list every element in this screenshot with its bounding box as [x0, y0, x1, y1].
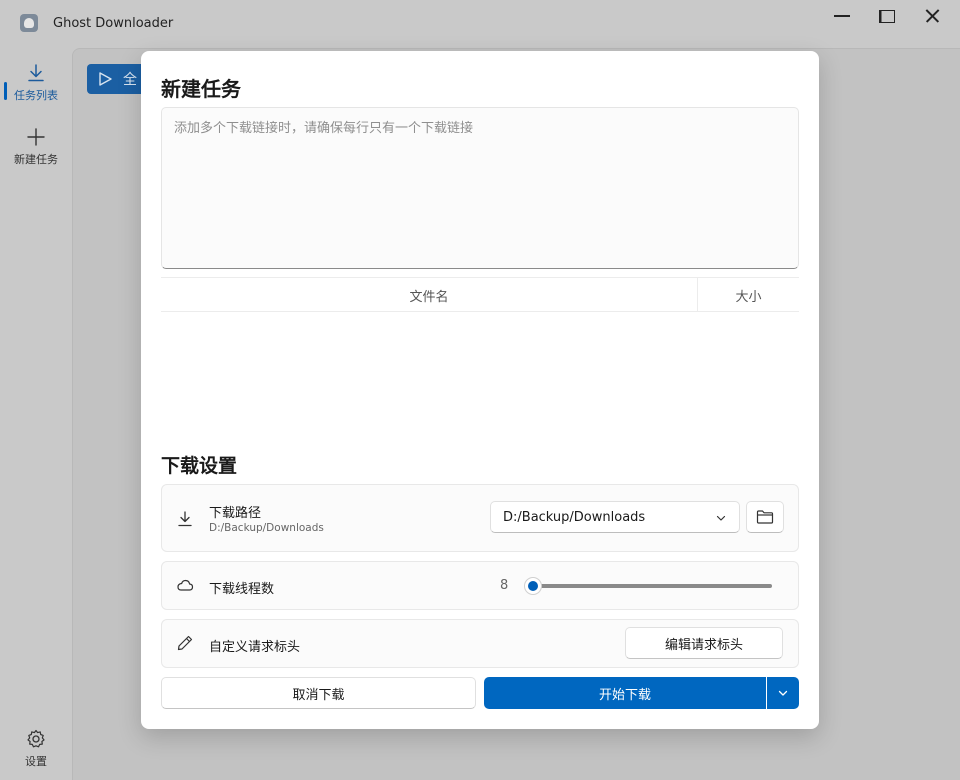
folder-icon	[756, 510, 774, 524]
sidebar-item-label: 任务列表	[14, 89, 58, 102]
chevron-down-icon	[778, 690, 788, 696]
download-path-current: D:/Backup/Downloads	[209, 522, 324, 534]
close-button[interactable]	[918, 6, 946, 26]
active-indicator	[4, 82, 7, 100]
thread-count-label: 下载线程数	[209, 582, 275, 597]
settings-section-title: 下载设置	[161, 455, 238, 477]
thread-count-value: 8	[500, 578, 509, 593]
gear-icon	[27, 729, 45, 748]
file-table-header: 文件名 大小	[161, 277, 799, 312]
cloud-icon	[176, 576, 194, 594]
thread-count-card: 下载线程数 8	[161, 561, 799, 610]
file-table: 文件名 大小	[161, 277, 799, 453]
sidebar-item-label: 设置	[25, 755, 47, 768]
thread-slider-thumb[interactable]	[523, 577, 542, 595]
maximize-button[interactable]	[873, 6, 901, 26]
sidebar-item-task-list[interactable]: 任务列表	[0, 62, 72, 114]
download-path-card: 下载路径 D:/Backup/Downloads D:/Backup/Downl…	[161, 484, 799, 552]
play-icon	[99, 72, 112, 86]
column-header-size[interactable]: 大小	[698, 278, 799, 312]
download-path-select[interactable]: D:/Backup/Downloads	[490, 501, 740, 533]
cancel-download-button[interactable]: 取消下载	[161, 677, 476, 709]
thread-slider-track[interactable]	[526, 584, 772, 588]
sidebar-item-label: 新建任务	[14, 153, 58, 166]
start-download-button[interactable]: 开始下载	[484, 677, 766, 709]
plus-icon	[27, 128, 45, 146]
start-all-label: 全	[123, 72, 137, 88]
start-download-dropdown-button[interactable]	[767, 677, 799, 709]
custom-headers-card: 自定义请求标头 编辑请求标头	[161, 619, 799, 668]
minimize-button[interactable]	[828, 6, 856, 26]
sidebar: 任务列表 新建任务 设置	[0, 48, 72, 780]
url-input[interactable]	[161, 107, 799, 269]
browse-folder-button[interactable]	[746, 501, 784, 533]
download-path-selected: D:/Backup/Downloads	[503, 509, 646, 525]
title-bar: Ghost Downloader	[0, 0, 960, 48]
edit-headers-button[interactable]: 编辑请求标头	[625, 627, 783, 659]
app-logo-icon	[20, 14, 38, 32]
app-title: Ghost Downloader	[53, 16, 174, 31]
chevron-down-icon	[716, 515, 726, 521]
download-icon	[176, 510, 194, 528]
sidebar-item-settings[interactable]: 设置	[0, 728, 72, 780]
download-path-label: 下载路径	[209, 506, 262, 521]
custom-headers-label: 自定义请求标头	[209, 640, 301, 655]
pencil-icon	[176, 634, 194, 652]
sidebar-item-new-task[interactable]: 新建任务	[0, 126, 72, 178]
new-task-dialog: 新建任务 文件名 大小 下载设置 下载路径 D:/Backup/Download…	[141, 51, 819, 729]
column-header-filename[interactable]: 文件名	[161, 278, 698, 312]
dialog-title: 新建任务	[161, 77, 241, 101]
download-icon	[28, 64, 44, 82]
